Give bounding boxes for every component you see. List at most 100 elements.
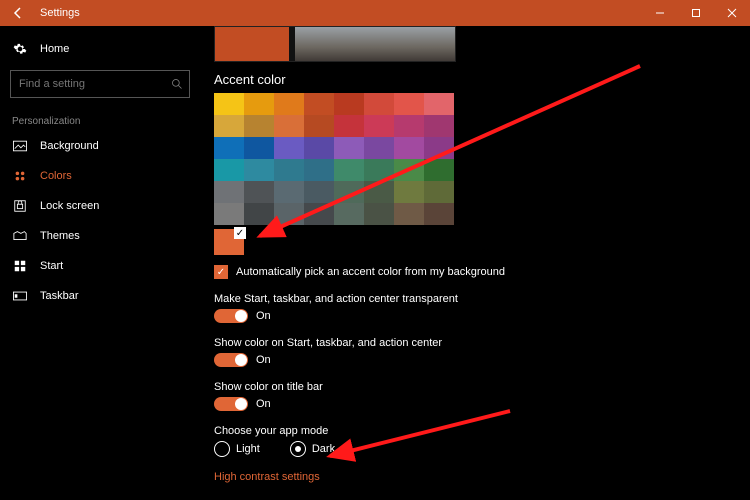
accent-swatch[interactable] <box>424 115 454 137</box>
show-color-toggle[interactable] <box>214 353 248 367</box>
sidebar-item-label: Lock screen <box>40 200 99 212</box>
accent-swatch[interactable] <box>334 93 364 115</box>
background-preview <box>214 26 456 62</box>
selected-accent-swatch[interactable]: ✓ <box>214 229 244 255</box>
search-input[interactable] <box>17 77 161 91</box>
accent-swatch[interactable] <box>274 93 304 115</box>
accent-swatch[interactable] <box>334 181 364 203</box>
accent-swatch[interactable] <box>274 159 304 181</box>
accent-swatch[interactable] <box>214 203 244 225</box>
accent-swatch[interactable] <box>394 93 424 115</box>
accent-swatch[interactable] <box>214 137 244 159</box>
accent-swatch[interactable] <box>424 159 454 181</box>
sidebar-icon <box>12 140 28 152</box>
accent-swatch[interactable] <box>214 115 244 137</box>
sidebar: Home Personalization Background Colors Loc… <box>0 26 200 500</box>
transparent-label: Make Start, taskbar, and action center t… <box>214 293 750 305</box>
accent-color-grid <box>214 93 454 225</box>
accent-swatch[interactable] <box>304 203 334 225</box>
transparent-toggle[interactable] <box>214 309 248 323</box>
sidebar-item-background[interactable]: Background <box>0 131 200 161</box>
show-color-label: Show color on Start, taskbar, and action… <box>214 337 750 349</box>
preview-accent-swatch <box>215 27 289 61</box>
search-box[interactable] <box>10 70 190 98</box>
sidebar-item-start[interactable]: Start <box>0 251 200 281</box>
radio-icon <box>290 441 306 457</box>
sidebar-item-label: Themes <box>40 230 80 242</box>
titlebar-color-state: On <box>256 398 271 410</box>
accent-swatch[interactable] <box>244 203 274 225</box>
accent-swatch[interactable] <box>364 137 394 159</box>
accent-swatch[interactable] <box>304 159 334 181</box>
accent-swatch[interactable] <box>424 203 454 225</box>
accent-swatch[interactable] <box>304 137 334 159</box>
maximize-icon <box>691 8 701 18</box>
back-button[interactable] <box>0 0 36 26</box>
accent-swatch[interactable] <box>214 181 244 203</box>
accent-swatch[interactable] <box>394 137 424 159</box>
accent-swatch[interactable] <box>274 203 304 225</box>
sidebar-item-lock-screen[interactable]: Lock screen <box>0 191 200 221</box>
accent-swatch[interactable] <box>244 93 274 115</box>
sidebar-home[interactable]: Home <box>0 34 200 64</box>
accent-swatch[interactable] <box>334 203 364 225</box>
accent-swatch[interactable] <box>334 137 364 159</box>
accent-swatch[interactable] <box>244 137 274 159</box>
app-mode-dark[interactable]: Dark <box>290 441 335 457</box>
sidebar-item-themes[interactable]: Themes <box>0 221 200 251</box>
accent-swatch[interactable] <box>394 181 424 203</box>
accent-swatch[interactable] <box>334 115 364 137</box>
sidebar-item-taskbar[interactable]: Taskbar <box>0 281 200 311</box>
accent-swatch[interactable] <box>424 93 454 115</box>
accent-swatch[interactable] <box>244 115 274 137</box>
auto-accent-label: Automatically pick an accent color from … <box>236 266 505 278</box>
accent-swatch[interactable] <box>364 181 394 203</box>
accent-swatch[interactable] <box>424 137 454 159</box>
app-mode-light[interactable]: Light <box>214 441 260 457</box>
accent-swatch[interactable] <box>394 203 424 225</box>
accent-swatch[interactable] <box>364 115 394 137</box>
app-mode-dark-label: Dark <box>312 443 335 455</box>
sidebar-item-label: Taskbar <box>40 290 79 302</box>
accent-swatch[interactable] <box>334 159 364 181</box>
accent-heading: Accent color <box>214 72 750 87</box>
titlebar-color-label: Show color on title bar <box>214 381 750 393</box>
sidebar-item-label: Background <box>40 140 99 152</box>
accent-swatch[interactable] <box>304 115 334 137</box>
minimize-icon <box>655 8 665 18</box>
accent-swatch[interactable] <box>364 203 394 225</box>
accent-swatch[interactable] <box>304 181 334 203</box>
accent-swatch[interactable] <box>364 93 394 115</box>
accent-swatch[interactable] <box>394 115 424 137</box>
accent-swatch[interactable] <box>424 181 454 203</box>
close-button[interactable] <box>714 0 750 26</box>
sidebar-item-colors[interactable]: Colors <box>0 161 200 191</box>
accent-swatch[interactable] <box>214 159 244 181</box>
title-bar: Settings <box>0 0 750 26</box>
high-contrast-link[interactable]: High contrast settings <box>214 471 320 483</box>
accent-swatch[interactable] <box>274 115 304 137</box>
window-title: Settings <box>36 7 80 19</box>
gear-icon <box>12 42 28 56</box>
accent-swatch[interactable] <box>394 159 424 181</box>
search-icon <box>171 78 183 90</box>
minimize-button[interactable] <box>642 0 678 26</box>
sidebar-icon <box>12 259 28 273</box>
auto-accent-checkbox[interactable]: ✓ <box>214 265 228 279</box>
check-icon: ✓ <box>234 227 246 239</box>
maximize-button[interactable] <box>678 0 714 26</box>
radio-icon <box>214 441 230 457</box>
accent-swatch[interactable] <box>244 159 274 181</box>
auto-accent-row[interactable]: ✓ Automatically pick an accent color fro… <box>214 265 750 279</box>
sidebar-icon <box>12 230 28 242</box>
accent-swatch[interactable] <box>214 93 244 115</box>
accent-swatch[interactable] <box>364 159 394 181</box>
accent-swatch[interactable] <box>244 181 274 203</box>
titlebar-color-toggle[interactable] <box>214 397 248 411</box>
accent-swatch[interactable] <box>274 181 304 203</box>
show-color-state: On <box>256 354 271 366</box>
accent-swatch[interactable] <box>274 137 304 159</box>
sidebar-icon <box>12 291 28 301</box>
sidebar-group-label: Personalization <box>0 108 200 131</box>
accent-swatch[interactable] <box>304 93 334 115</box>
